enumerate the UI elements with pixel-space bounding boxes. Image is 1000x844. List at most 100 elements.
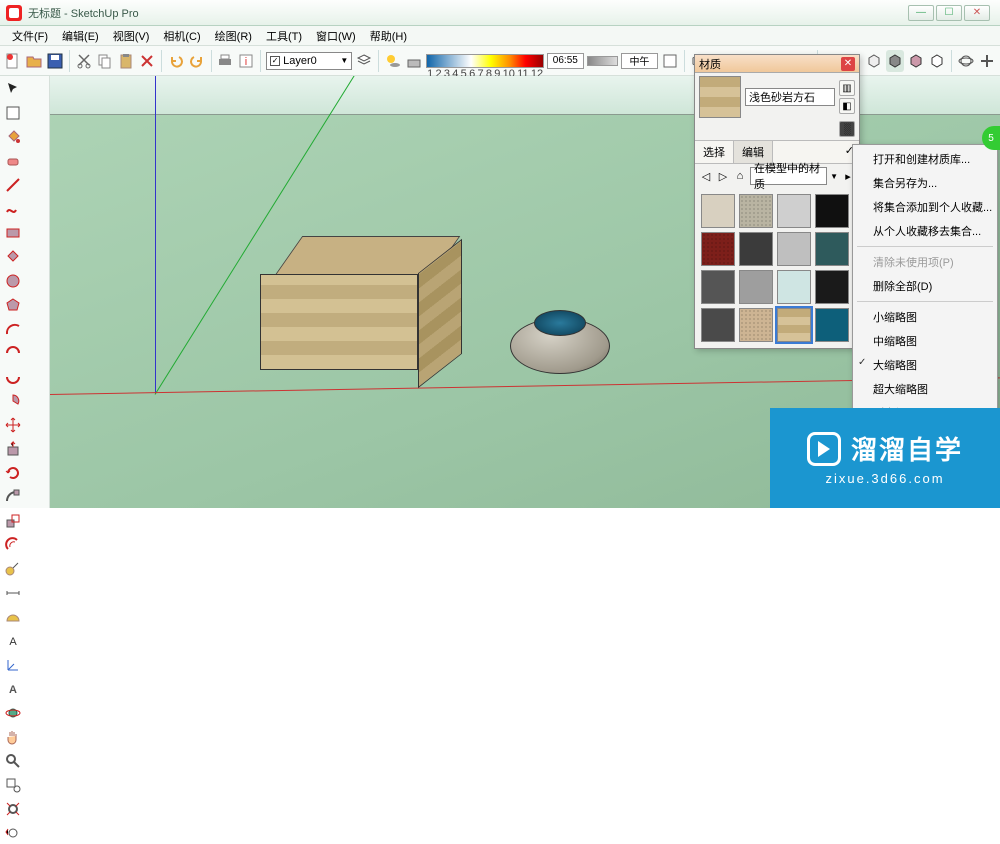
zoom-window-icon[interactable] — [2, 774, 24, 796]
materials-close-icon[interactable]: ✕ — [841, 57, 855, 71]
material-swatch[interactable] — [739, 232, 773, 266]
save-icon[interactable] — [46, 50, 64, 72]
polygon-tool-icon[interactable] — [2, 294, 24, 316]
offset-tool-icon[interactable] — [2, 534, 24, 556]
shadow-date-value[interactable]: 中午 — [621, 53, 657, 69]
material-swatch[interactable] — [777, 194, 811, 228]
menu-camera[interactable]: 相机(C) — [157, 26, 206, 46]
paint-bucket-icon[interactable] — [2, 126, 24, 148]
material-swatch[interactable] — [777, 308, 811, 342]
select-tool-icon[interactable] — [2, 78, 24, 100]
menu-help[interactable]: 帮助(H) — [364, 26, 413, 46]
undo-icon[interactable] — [167, 50, 185, 72]
open-file-icon[interactable] — [25, 50, 43, 72]
side-badge[interactable]: 5 — [982, 126, 1000, 150]
maximize-button[interactable]: ☐ — [936, 5, 962, 21]
context-menu-item[interactable]: 集合另存为... — [853, 171, 997, 195]
material-swatch[interactable] — [815, 308, 849, 342]
material-swatch[interactable] — [739, 194, 773, 228]
material-swatch[interactable] — [815, 270, 849, 304]
circle-tool-icon[interactable] — [2, 270, 24, 292]
context-menu-item[interactable]: 小缩略图 — [853, 305, 997, 329]
zoom-tool-icon[interactable] — [2, 750, 24, 772]
material-name-input[interactable]: 浅色砂岩方石 — [745, 88, 835, 106]
new-file-icon[interactable] — [4, 50, 22, 72]
materials-panel[interactable]: 材质 ✕ 浅色砂岩方石 ▥ ◧ ░ 选择 编辑 ✓ ◁ ▷ ⌂ 在模型中的材质 … — [694, 54, 860, 349]
dimension-icon[interactable] — [2, 582, 24, 604]
layer-manager-icon[interactable] — [355, 50, 373, 72]
protractor-icon[interactable] — [2, 606, 24, 628]
shaded-icon[interactable] — [886, 50, 904, 72]
line-tool-icon[interactable] — [2, 174, 24, 196]
redo-icon[interactable] — [188, 50, 206, 72]
material-swatch[interactable] — [777, 232, 811, 266]
move-tool-icon[interactable] — [2, 414, 24, 436]
library-selector[interactable]: 在模型中的材质 — [750, 167, 827, 185]
menu-view[interactable]: 视图(V) — [107, 26, 156, 46]
shadow-date-slider[interactable] — [587, 56, 619, 66]
lib-back-icon[interactable]: ◁ — [699, 169, 713, 183]
shadow-time-slider[interactable] — [426, 54, 544, 68]
model-box[interactable] — [260, 236, 460, 386]
shadow-toggle-icon[interactable] — [384, 50, 402, 72]
menu-window[interactable]: 窗口(W) — [310, 26, 362, 46]
context-menu-item[interactable]: 打开和创建材质库... — [853, 147, 997, 171]
menu-file[interactable]: 文件(F) — [6, 26, 54, 46]
context-menu-item[interactable]: 将集合添加到个人收藏... — [853, 195, 997, 219]
library-dropdown-icon[interactable]: ▼ — [830, 172, 838, 181]
3pt-arc-icon[interactable] — [2, 366, 24, 388]
material-swatch[interactable] — [701, 270, 735, 304]
model-info-icon[interactable]: i — [237, 50, 255, 72]
material-preview[interactable] — [699, 76, 741, 118]
monochrome-icon[interactable] — [928, 50, 946, 72]
context-menu-item[interactable]: 大缩略图✓ — [853, 353, 997, 377]
style-browser-icon[interactable] — [661, 50, 679, 72]
model-bowl[interactable] — [510, 308, 610, 374]
material-swatch[interactable] — [815, 194, 849, 228]
material-swatch[interactable] — [739, 270, 773, 304]
create-material-icon[interactable]: ▥ — [839, 80, 855, 96]
lib-home-icon[interactable]: ⌂ — [733, 169, 747, 183]
pan-icon[interactable] — [978, 50, 996, 72]
component-icon[interactable] — [2, 102, 24, 124]
material-swatch[interactable] — [701, 194, 735, 228]
minimize-button[interactable]: — — [908, 5, 934, 21]
followme-icon[interactable] — [2, 486, 24, 508]
eraser-icon[interactable] — [2, 150, 24, 172]
rectangle-tool-icon[interactable] — [2, 222, 24, 244]
tape-measure-icon[interactable] — [2, 558, 24, 580]
context-menu-item[interactable]: 超大缩略图 — [853, 377, 997, 401]
shadow-settings-icon[interactable] — [405, 50, 423, 72]
material-swatch[interactable] — [777, 270, 811, 304]
shadow-time-value[interactable]: 06:55 — [547, 53, 583, 69]
arc-tool-icon[interactable] — [2, 318, 24, 340]
rotated-rect-icon[interactable] — [2, 246, 24, 268]
context-menu-item[interactable]: 删除全部(D) — [853, 274, 997, 298]
menu-draw[interactable]: 绘图(R) — [209, 26, 258, 46]
close-button[interactable]: ✕ — [964, 5, 990, 21]
pie-tool-icon[interactable] — [2, 390, 24, 412]
copy-icon[interactable] — [96, 50, 114, 72]
freehand-icon[interactable] — [2, 198, 24, 220]
material-swatch[interactable] — [701, 308, 735, 342]
pan-tool-icon[interactable] — [2, 726, 24, 748]
context-menu-item[interactable]: 中缩略图 — [853, 329, 997, 353]
context-menu-item[interactable]: 从个人收藏移去集合... — [853, 219, 997, 243]
menu-tools[interactable]: 工具(T) — [260, 26, 308, 46]
menu-edit[interactable]: 编辑(E) — [56, 26, 105, 46]
tab-select[interactable]: 选择 — [695, 141, 734, 163]
material-swatch[interactable] — [701, 232, 735, 266]
zoom-extents-icon[interactable] — [2, 798, 24, 820]
orbit-icon[interactable] — [957, 50, 975, 72]
lib-fwd-icon[interactable]: ▷ — [716, 169, 730, 183]
pushpull-icon[interactable] — [2, 438, 24, 460]
orbit-tool-icon[interactable] — [2, 702, 24, 724]
delete-icon[interactable] — [138, 50, 156, 72]
layer-selector[interactable]: ✓ Layer0 ▼ — [266, 52, 352, 70]
scale-tool-icon[interactable] — [2, 510, 24, 532]
text-tool-icon[interactable]: A — [2, 630, 24, 652]
previous-view-icon[interactable] — [2, 822, 24, 844]
rotate-tool-icon[interactable] — [2, 462, 24, 484]
axes-tool-icon[interactable] — [2, 654, 24, 676]
shaded-textures-icon[interactable] — [907, 50, 925, 72]
